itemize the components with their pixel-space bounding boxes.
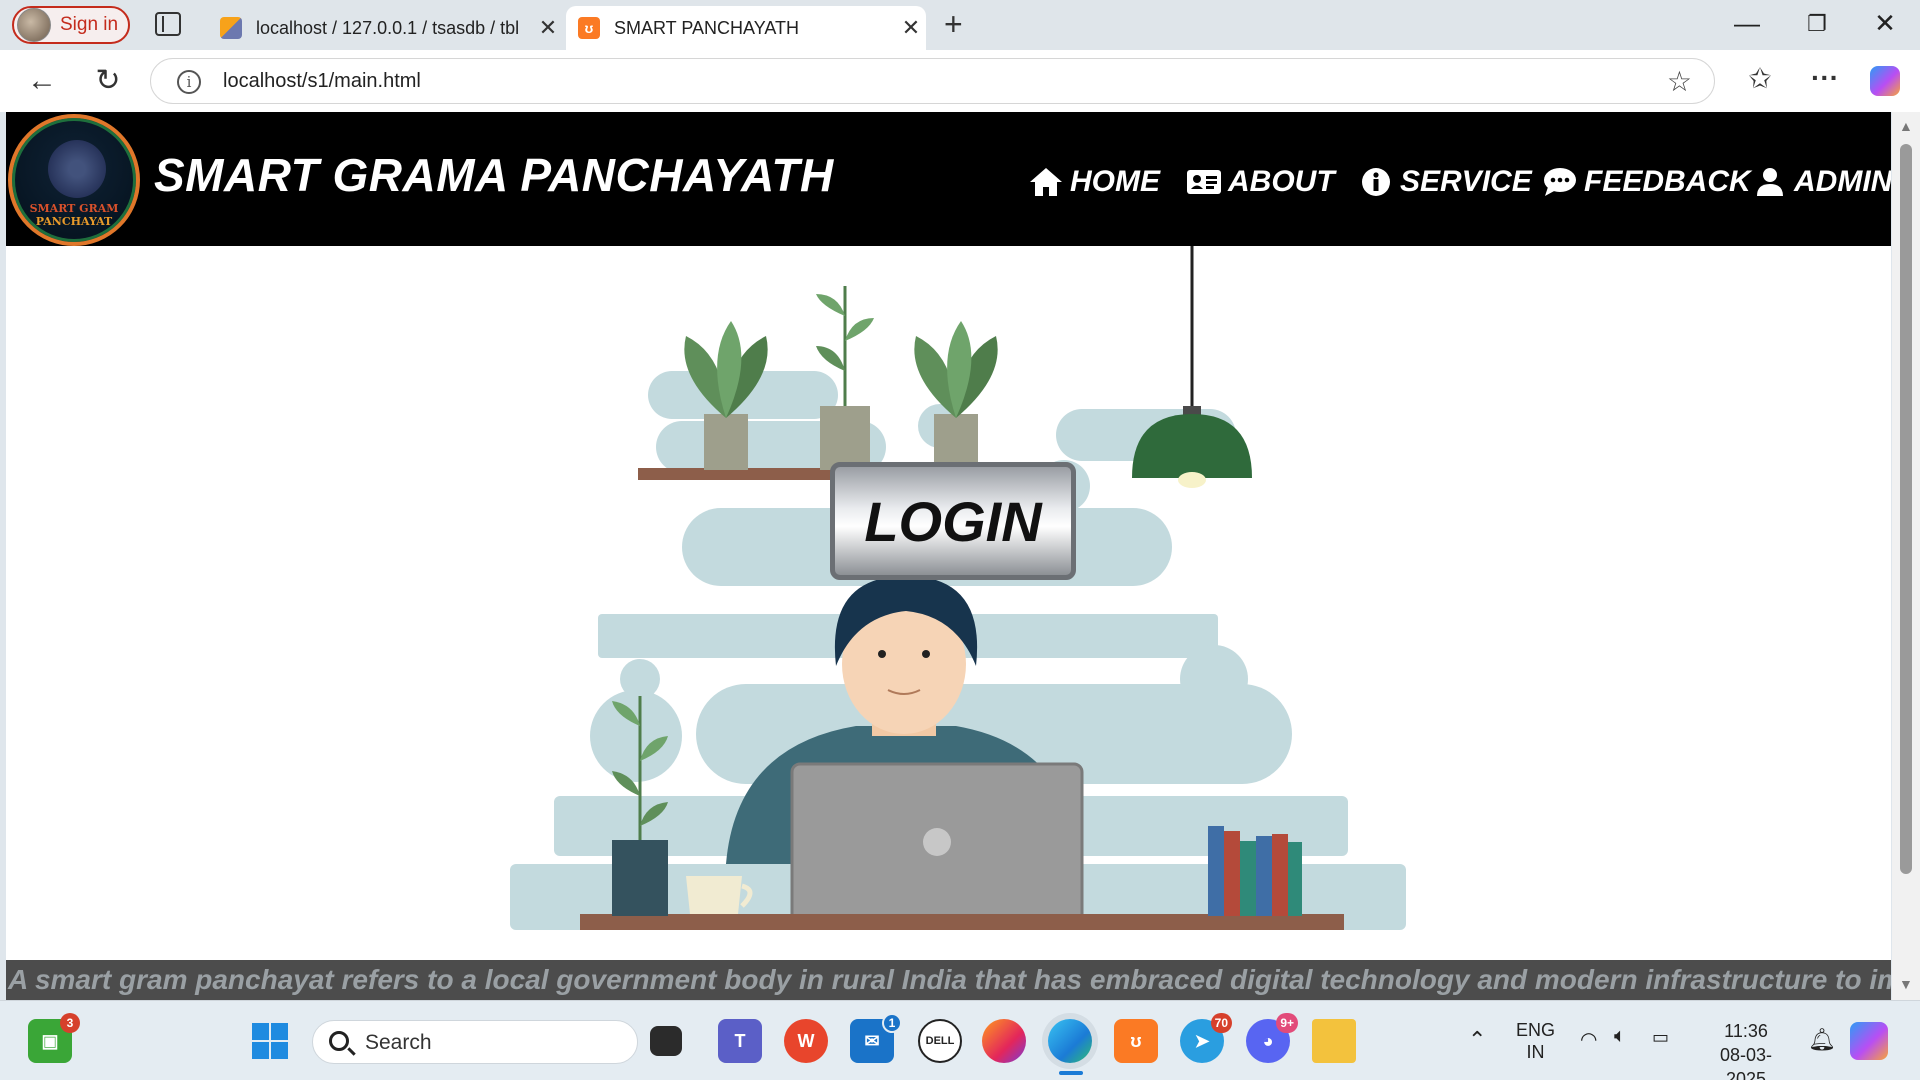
telegram-icon[interactable]: ➤ 70: [1180, 1013, 1232, 1063]
taskbar-search-label: Search: [365, 1031, 432, 1054]
battery-icon[interactable]: ▭: [1652, 1027, 1669, 1048]
favorite-star-icon[interactable]: ☆: [1667, 65, 1692, 98]
region-code: IN: [1526, 1042, 1545, 1062]
widgets-icon[interactable]: ▣ 3: [28, 1013, 80, 1063]
nav-admin[interactable]: ADMIN: [1752, 165, 1891, 199]
clock-date: 08-03-2025: [1719, 1045, 1773, 1080]
wifi-icon[interactable]: ◠: [1580, 1027, 1597, 1052]
xampp-taskbar-icon[interactable]: ʊ: [1114, 1019, 1158, 1063]
task-view-icon[interactable]: [650, 1026, 682, 1056]
discord-badge: 9+: [1276, 1013, 1298, 1033]
show-hidden-icons-icon[interactable]: ⌃: [1468, 1027, 1486, 1053]
address-bar[interactable]: i localhost/s1/main.html ☆: [150, 58, 1715, 104]
dell-icon[interactable]: DELL: [918, 1019, 962, 1063]
file-explorer-icon[interactable]: [1312, 1019, 1356, 1063]
tab-title: SMART PANCHAYATH: [614, 17, 800, 38]
sign-in-label: Sign in: [60, 14, 119, 35]
firefox-icon[interactable]: [982, 1019, 1026, 1063]
tab-smart-panchayath[interactable]: ʊ SMART PANCHAYATH ✕: [566, 6, 926, 50]
more-options-icon[interactable]: ···: [1805, 62, 1845, 94]
taskbar-search[interactable]: Search: [312, 1020, 638, 1064]
nav-home-label: HOME: [1070, 165, 1160, 198]
tab-phpmyadmin[interactable]: localhost / 127.0.0.1 / tsasdb / tbl ✕: [208, 6, 563, 50]
clock-time: 11:36: [1724, 1021, 1768, 1041]
search-icon: [329, 1031, 349, 1051]
notification-bell-icon[interactable]: 🔔︎: [1808, 1027, 1836, 1053]
profile-avatar: [17, 8, 51, 42]
emblem-icon: [48, 140, 106, 198]
logo-text-line2: PANCHAYAT: [35, 215, 113, 228]
nav-feedback-label: FEEDBACK: [1584, 165, 1751, 198]
login-button[interactable]: LOGIN: [830, 462, 1076, 580]
hero-illustration: [510, 246, 1406, 930]
copilot-taskbar-icon[interactable]: [1850, 1022, 1888, 1060]
restore-icon[interactable]: ❐: [1792, 11, 1842, 37]
nav-feedback[interactable]: FEEDBACK: [1542, 165, 1751, 199]
widgets-badge: 3: [60, 1013, 80, 1033]
info-icon: [1358, 166, 1394, 198]
close-tab-icon[interactable]: ✕: [533, 15, 563, 41]
scroll-up-icon[interactable]: ▲: [1899, 118, 1913, 134]
tab-title: localhost / 127.0.0.1 / tsasdb / tbl: [256, 17, 520, 38]
browser-toolbar: ← ↻ i localhost/s1/main.html ☆ ✩ ···: [0, 50, 1920, 112]
sign-in-button[interactable]: Sign in: [12, 6, 130, 44]
favorites-icon[interactable]: ✩: [1740, 62, 1780, 95]
discord-icon[interactable]: ◕ 9+: [1246, 1013, 1298, 1063]
nav-service[interactable]: SERVICE: [1358, 165, 1532, 199]
mail-icon[interactable]: ✉ 1: [850, 1013, 902, 1063]
url-text[interactable]: localhost/s1/main.html: [223, 70, 421, 93]
site-header: SMART GRAM PANCHAYAT SMART GRAMA PANCHAY…: [6, 112, 1891, 246]
nav-about-label: ABOUT: [1228, 165, 1335, 198]
home-icon: [1028, 166, 1064, 198]
windows-taskbar: ▣ 3 Search T W ✉ 1 DELL ʊ ➤ 70 ◕ 9+ ⌃ ENG IN…: [0, 1000, 1920, 1080]
minimize-icon[interactable]: —: [1722, 8, 1772, 39]
nav-admin-label: ADMIN: [1794, 165, 1891, 198]
telegram-badge: 70: [1210, 1013, 1232, 1033]
intro-caption: A smart gram panchayat refers to a local…: [6, 960, 1891, 1000]
volume-icon[interactable]: 🔈︎: [1614, 1025, 1626, 1048]
xampp-icon: ʊ: [578, 17, 600, 39]
refresh-icon[interactable]: ↻: [88, 64, 128, 98]
clock[interactable]: 11:36 08-03-2025: [1700, 1019, 1792, 1080]
scroll-down-icon[interactable]: ▼: [1899, 976, 1913, 992]
edge-active-indicator: [1059, 1071, 1083, 1075]
wps-office-icon[interactable]: W: [784, 1019, 828, 1063]
site-title: SMART GRAMA PANCHAYATH: [154, 149, 834, 201]
chat-icon: [1542, 166, 1578, 198]
browser-tab-bar: Sign in localhost / 127.0.0.1 / tsasdb /…: [0, 0, 1920, 50]
mail-badge: 1: [882, 1013, 902, 1033]
phpmyadmin-icon: [220, 17, 242, 39]
site-info-icon[interactable]: i: [177, 70, 201, 94]
back-icon[interactable]: ←: [22, 64, 62, 98]
panchayat-logo[interactable]: SMART GRAM PANCHAYAT: [8, 114, 140, 246]
nav-home[interactable]: HOME: [1028, 165, 1160, 199]
web-page: SMART GRAM PANCHAYAT SMART GRAMA PANCHAY…: [6, 112, 1891, 1000]
logo-text-line1: SMART GRAM: [29, 202, 119, 215]
tab-actions-icon[interactable]: [155, 12, 181, 36]
edge-icon[interactable]: [1048, 1019, 1092, 1063]
user-icon: [1752, 166, 1788, 198]
teams-icon[interactable]: T: [718, 1019, 762, 1063]
language-indicator[interactable]: ENG IN: [1516, 1019, 1555, 1063]
nav-service-label: SERVICE: [1400, 165, 1532, 198]
page-scrollbar[interactable]: ▲ ▼: [1892, 112, 1920, 1000]
nav-about[interactable]: ABOUT: [1186, 165, 1335, 199]
new-tab-icon[interactable]: +: [944, 6, 963, 43]
close-tab-icon[interactable]: ✕: [896, 15, 926, 41]
close-window-icon[interactable]: ✕: [1860, 8, 1910, 39]
id-card-icon: [1186, 166, 1222, 198]
scrollbar-thumb[interactable]: [1900, 144, 1912, 874]
language-code: ENG: [1516, 1020, 1556, 1040]
copilot-icon[interactable]: [1870, 66, 1900, 96]
start-icon[interactable]: [248, 1019, 292, 1063]
